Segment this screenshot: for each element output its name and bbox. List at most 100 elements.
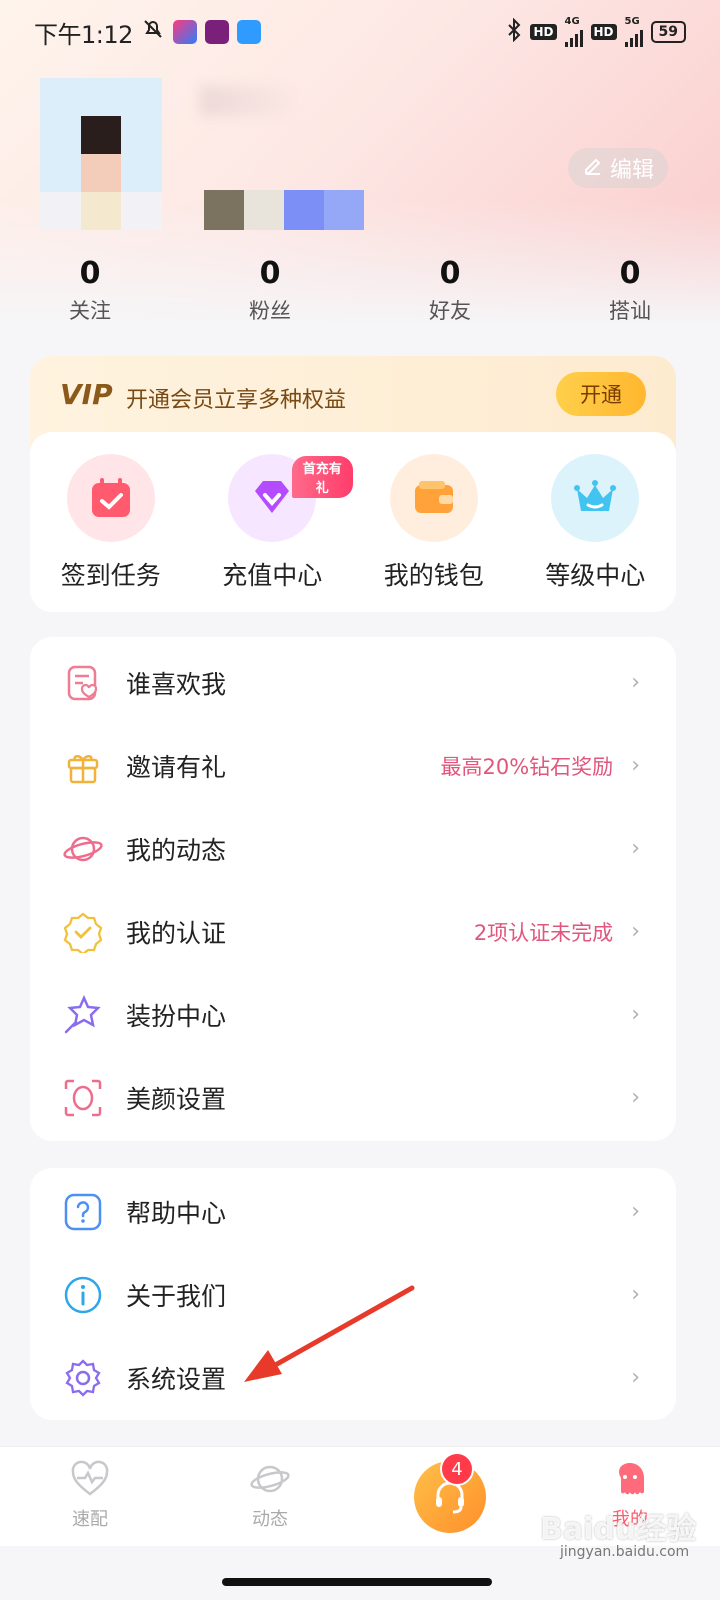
chevron-right-icon: › [631, 1002, 640, 1027]
menu-item-label: 我的动态 [126, 835, 227, 865]
edit-profile-button[interactable]: 编辑 [568, 148, 668, 188]
watermark: Baidu经验 [540, 1512, 697, 1547]
quick-action-label: 签到任务 [60, 561, 161, 590]
menu-card-features: 谁喜欢我 › 邀请有礼 最高20%钻石奖励 › 我的动态 › 我的认证 2项认证… [30, 637, 676, 1141]
avatar-pixel [40, 116, 81, 154]
chevron-right-icon: › [631, 836, 640, 861]
calendar-check-icon [66, 454, 155, 542]
menu-item-dress-up[interactable]: 装扮中心 › [30, 973, 676, 1056]
heartbeat-icon [68, 1457, 112, 1501]
quick-action-level[interactable]: 等级中心 [515, 432, 677, 612]
mute-bell-icon [141, 17, 165, 47]
stat-following[interactable]: 0 关注 [0, 252, 180, 326]
nav-tab-match[interactable]: 速配 [0, 1447, 180, 1546]
chevron-right-icon: › [631, 1365, 640, 1390]
username-blurred [200, 86, 290, 116]
menu-item-label: 我的认证 [126, 918, 227, 948]
avatar-pixel [40, 78, 81, 116]
pencil-icon [582, 154, 604, 182]
signal-bars-icon [564, 27, 583, 47]
stat-value: 0 [259, 256, 281, 291]
avatar-pixel [80, 192, 122, 230]
app-notification-icon [172, 20, 197, 44]
avatar-pixel [40, 154, 81, 192]
quick-action-wallet[interactable]: 我的钱包 [353, 432, 515, 612]
status-notification-icons [141, 17, 261, 47]
vip-logo: VIP [60, 378, 113, 411]
info-icon [62, 1274, 104, 1316]
nav-label: 动态 [252, 1509, 288, 1530]
annotation-arrow [244, 1285, 415, 1382]
stat-fans[interactable]: 0 粉丝 [180, 252, 360, 326]
menu-item-help-center[interactable]: 帮助中心 › [30, 1170, 676, 1253]
app-notification-icon [204, 20, 229, 44]
signal-bars-icon-2 [624, 27, 643, 47]
magic-star-icon [62, 994, 104, 1036]
menu-item-label: 装扮中心 [126, 1001, 227, 1031]
menu-item-my-moments[interactable]: 我的动态 › [30, 807, 676, 890]
status-time: 下午1:12 [34, 20, 133, 49]
unread-badge: 4 [440, 1452, 474, 1486]
watermark-url: jingyan.baidu.com [560, 1544, 690, 1560]
avatar-pixel [80, 154, 122, 192]
menu-item-invite[interactable]: 邀请有礼 最高20%钻石奖励 › [30, 724, 676, 807]
upload-notification-icon [236, 20, 261, 44]
avatar-pixel [80, 78, 122, 116]
network-5g-label: 5G [624, 16, 640, 27]
stat-friends[interactable]: 0 好友 [360, 252, 540, 326]
profile-stats: 0 关注 0 粉丝 0 好友 0 搭讪 [0, 252, 720, 326]
quick-action-checkin[interactable]: 签到任务 [30, 432, 192, 612]
quick-action-recharge[interactable]: 充值中心 首充有礼 [192, 432, 353, 612]
battery-icon: 59 [650, 21, 686, 43]
quick-action-label: 我的钱包 [383, 561, 484, 590]
avatar-pixel [121, 192, 162, 230]
menu-item-label: 美颜设置 [126, 1084, 227, 1114]
chevron-right-icon: › [631, 753, 640, 778]
nav-tab-moments[interactable]: 动态 [180, 1447, 360, 1546]
stat-value: 0 [79, 256, 101, 291]
profile-tag-pixel [244, 190, 284, 230]
stat-label: 粉丝 [249, 299, 291, 323]
profile-tag-pixel [284, 190, 324, 230]
menu-item-label: 帮助中心 [126, 1198, 227, 1228]
verified-badge-icon [62, 911, 104, 953]
invite-reward-hint: 最高20%钻石奖励 [440, 754, 614, 779]
nav-label: 速配 [72, 1509, 108, 1530]
menu-item-beauty-settings[interactable]: 美颜设置 › [30, 1056, 676, 1139]
home-indicator[interactable] [222, 1578, 492, 1586]
profile-tag-pixel [324, 190, 364, 230]
vip-open-button[interactable]: 开通 [556, 372, 646, 416]
question-icon [62, 1191, 104, 1233]
first-recharge-badge: 首充有礼 [291, 456, 353, 498]
chevron-right-icon: › [631, 670, 640, 695]
vip-promo-text: 开通会员立享多种权益 [126, 388, 347, 413]
status-system-icons: HD 4G HD 5G 59 [506, 17, 686, 47]
status-bar: 下午1:12 HD 4G HD 5G 59 [0, 0, 720, 64]
menu-item-verification[interactable]: 我的认证 2项认证未完成 › [30, 890, 676, 973]
menu-item-who-likes-me[interactable]: 谁喜欢我 › [30, 641, 676, 724]
hd-indicator-2: HD [590, 24, 617, 40]
avatar-pixel [40, 192, 81, 230]
quick-action-label: 充值中心 [222, 561, 323, 590]
chevron-right-icon: › [631, 919, 640, 944]
profile-tag-pixel [204, 190, 244, 230]
mascot-icon [608, 1457, 652, 1501]
menu-item-label: 关于我们 [126, 1281, 227, 1311]
avatar[interactable] [40, 78, 162, 230]
stat-value: 0 [439, 256, 461, 291]
avatar-pixel [121, 116, 162, 154]
stat-greetings[interactable]: 0 搭讪 [540, 252, 720, 326]
chevron-right-icon: › [631, 1282, 640, 1307]
gear-icon [62, 1357, 104, 1399]
profile-tags-blurred [204, 190, 364, 230]
stat-label: 好友 [429, 299, 471, 323]
avatar-pixel [121, 78, 162, 116]
avatar-pixel [80, 116, 122, 154]
gift-icon [62, 745, 104, 787]
network-4g-label: 4G [564, 16, 580, 27]
avatar-pixel [121, 154, 162, 192]
hd-indicator: HD [530, 24, 557, 40]
stat-label: 关注 [69, 299, 111, 323]
chevron-right-icon: › [631, 1085, 640, 1110]
face-scan-icon [62, 1077, 104, 1119]
